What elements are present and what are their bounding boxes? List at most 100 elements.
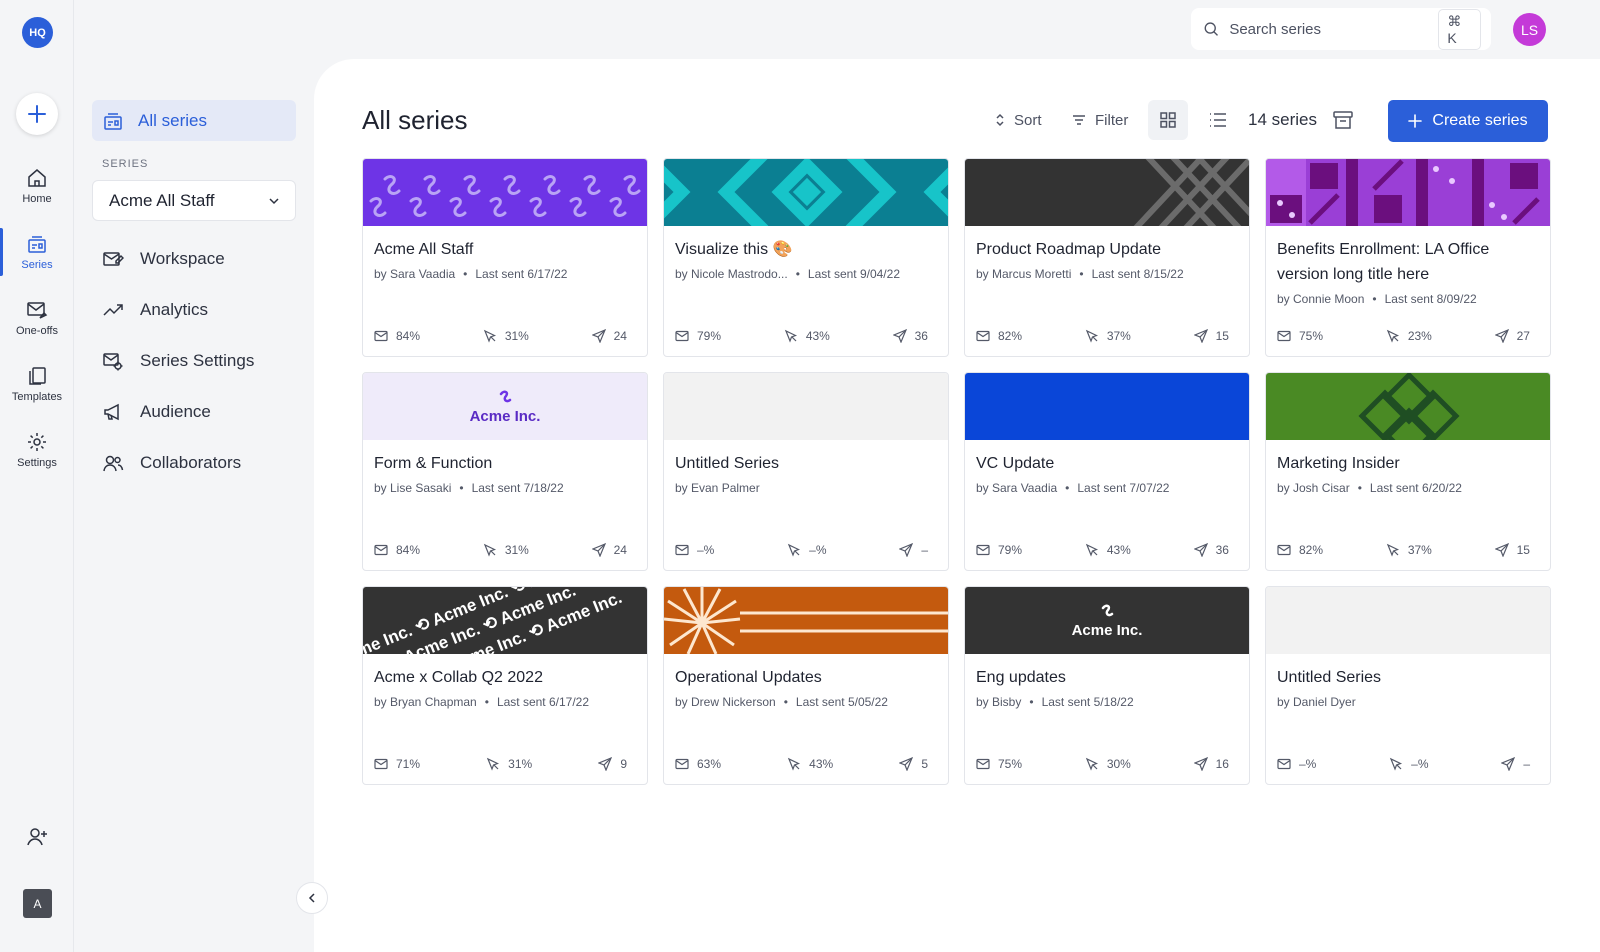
open-rate: 75% xyxy=(1299,329,1324,343)
series-icon xyxy=(104,112,122,130)
mail-icon xyxy=(1277,330,1291,342)
rail-item-settings[interactable]: Settings xyxy=(0,422,74,478)
app-logo[interactable]: HQ xyxy=(22,17,53,48)
series-grid: Acme All Staff by Sara Vaadia • Last sent … xyxy=(362,158,1551,785)
series-card[interactable]: Acme Inc. Eng updates by Bisby • Last sent… xyxy=(964,586,1250,785)
sidebar-item-series-settings[interactable]: Series Settings xyxy=(102,346,254,376)
cursor-icon xyxy=(1085,543,1098,557)
series-card[interactable]: VC Update by Sara Vaadia • Last sent 7/07/… xyxy=(964,372,1250,571)
sort-button[interactable]: Sort xyxy=(994,100,1042,140)
send-icon xyxy=(899,543,914,557)
mail-icon xyxy=(675,758,689,770)
series-card[interactable]: Product Roadmap Update by Marcus Moretti… xyxy=(964,158,1250,357)
send-icon xyxy=(1193,757,1208,771)
rail-item-series[interactable]: Series xyxy=(0,224,74,280)
click-rate: 43% xyxy=(809,757,834,771)
click-rate: –% xyxy=(809,543,827,557)
sidebar-item-audience[interactable]: Audience xyxy=(102,397,211,427)
home-icon xyxy=(28,169,46,187)
workspace-avatar[interactable]: A xyxy=(23,889,52,918)
card-banner xyxy=(363,159,647,226)
card-stats: 84% 31% 24 xyxy=(374,543,627,557)
sidebar-item-analytics[interactable]: Analytics xyxy=(102,295,208,325)
card-last-sent: Last sent 5/18/22 xyxy=(1041,695,1134,709)
rail-item-one-offs[interactable]: One-offs xyxy=(0,290,74,346)
sent-count: 24 xyxy=(613,543,627,557)
card-title: Form & Function xyxy=(374,455,493,472)
open-rate: 71% xyxy=(396,757,421,771)
card-meta: by Josh Cisar • Last sent 6/20/22 xyxy=(1277,481,1462,495)
card-meta: by Lise Sasaki • Last sent 7/18/22 xyxy=(374,481,564,495)
user-avatar[interactable]: LS xyxy=(1513,13,1546,46)
card-title: Operational Updates xyxy=(675,669,822,686)
series-card[interactable]: Acme Inc. ⟲ Acme Inc. ⟲ Acme Inc. Acme I… xyxy=(362,586,648,785)
list-view-button[interactable] xyxy=(1198,100,1238,140)
card-stats: 82% 37% 15 xyxy=(1277,543,1530,557)
sort-label: Sort xyxy=(1014,111,1042,129)
users-icon xyxy=(103,455,124,472)
series-card[interactable]: Untitled Series by Evan Palmer –% –% – xyxy=(663,372,949,571)
open-rate: 63% xyxy=(697,757,722,771)
mail-icon xyxy=(374,330,388,342)
open-rate: –% xyxy=(1299,757,1317,771)
search-bar[interactable]: ⌘ K xyxy=(1191,8,1491,50)
card-banner xyxy=(664,159,948,226)
sent-count: 36 xyxy=(1215,543,1229,557)
open-rate: –% xyxy=(697,543,715,557)
series-card[interactable]: Acme Inc. Form & Function by Lise Sasaki… xyxy=(362,372,648,571)
card-title: Acme All Staff xyxy=(374,241,474,258)
archive-button[interactable] xyxy=(1328,105,1358,135)
templates-icon xyxy=(29,367,46,385)
card-stats: –% –% – xyxy=(675,543,928,557)
series-select[interactable]: Acme All Staff xyxy=(92,180,296,221)
search-input[interactable] xyxy=(1229,20,1429,38)
card-last-sent: Last sent 6/17/22 xyxy=(496,695,590,709)
add-user-icon[interactable] xyxy=(25,825,49,849)
rail-label-home: Home xyxy=(22,193,52,205)
cursor-icon xyxy=(1386,329,1399,343)
mail-icon xyxy=(675,544,689,556)
sent-count: 9 xyxy=(620,757,627,771)
series-card[interactable]: Benefits Enrollment: LA Office version l… xyxy=(1265,158,1551,357)
card-meta: by Bryan Chapman • Last sent 6/17/22 xyxy=(374,695,590,709)
banner-brand-tiled: Acme Inc. ⟲ Acme Inc. ⟲ Acme Inc. Acme I… xyxy=(363,587,625,654)
list-icon xyxy=(1210,113,1226,127)
cursor-icon xyxy=(784,329,797,343)
click-rate: 43% xyxy=(805,329,830,343)
sidebar-label-analytics: Analytics xyxy=(140,300,209,319)
filter-button[interactable]: Filter xyxy=(1071,100,1128,140)
series-card[interactable]: Marketing Insider by Josh Cisar • Last sen… xyxy=(1265,372,1551,571)
card-banner: Acme Inc. xyxy=(363,373,647,440)
sidebar-item-workspace[interactable]: Workspace xyxy=(102,244,225,274)
mail-icon xyxy=(374,544,388,556)
plus-icon xyxy=(28,105,46,123)
series-card[interactable]: Acme All Staff by Sara Vaadia • Last sent … xyxy=(362,158,648,357)
chevron-down-icon xyxy=(269,197,279,204)
series-card[interactable]: Untitled Series by Daniel Dyer –% –% – xyxy=(1265,586,1551,785)
card-title: Product Roadmap Update xyxy=(976,241,1161,258)
sidebar-item-collaborators[interactable]: Collaborators xyxy=(102,448,241,478)
card-last-sent: Last sent 6/20/22 xyxy=(1369,481,1462,495)
create-series-button[interactable]: Create series xyxy=(1388,100,1548,142)
cursor-icon xyxy=(1390,757,1403,771)
open-rate: 75% xyxy=(998,757,1023,771)
series-card[interactable]: Operational Updates by Drew Nickerson • La… xyxy=(663,586,949,785)
banner-brand-text: Acme Inc. xyxy=(469,408,541,425)
diamond-pattern-icon xyxy=(664,159,948,226)
swirl-pattern-icon xyxy=(369,175,641,217)
all-series-link[interactable]: All series xyxy=(92,100,296,141)
card-banner xyxy=(965,373,1249,440)
filter-icon xyxy=(1073,115,1085,125)
new-button[interactable] xyxy=(16,93,58,135)
series-card[interactable]: Visualize this 🎨 by Nicole Mastrodo... • L… xyxy=(663,158,949,357)
rail-item-templates[interactable]: Templates xyxy=(0,356,74,412)
envelope-edit-icon xyxy=(103,252,124,266)
collapse-sidebar-button[interactable] xyxy=(296,882,328,914)
cursor-icon xyxy=(483,543,496,557)
open-rate: 84% xyxy=(396,329,421,343)
click-rate: 31% xyxy=(504,543,529,557)
mail-icon xyxy=(976,330,990,342)
rail-item-home[interactable]: Home xyxy=(0,158,74,214)
grid-view-button[interactable] xyxy=(1148,100,1188,140)
click-rate: 37% xyxy=(1407,543,1432,557)
